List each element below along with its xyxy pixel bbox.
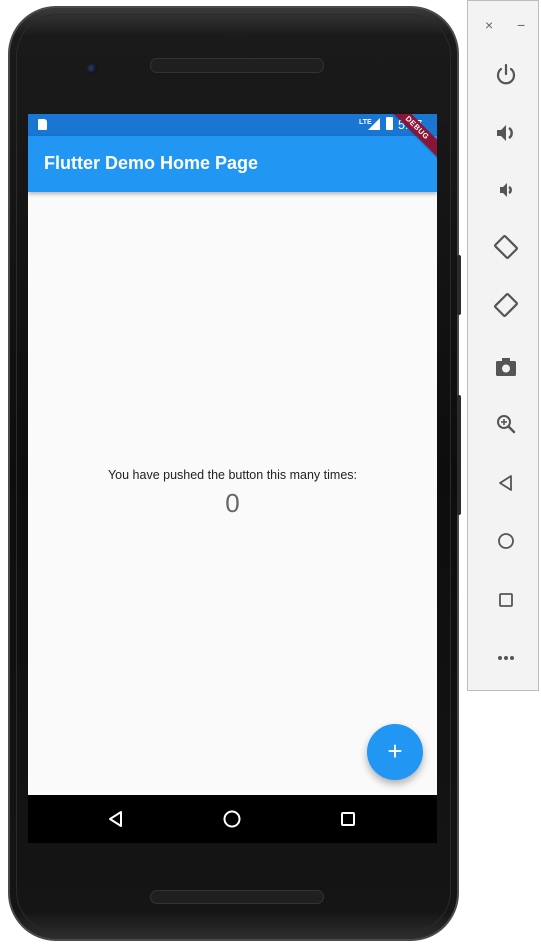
recents-icon[interactable]: [334, 805, 362, 833]
volume-rocker: [457, 255, 461, 315]
top-speaker-slot: [222, 32, 248, 38]
minimize-icon[interactable]: −: [517, 17, 525, 33]
counter-value: 0: [225, 488, 240, 518]
back-icon[interactable]: [102, 805, 130, 833]
home-icon[interactable]: [218, 805, 246, 833]
close-icon[interactable]: ×: [485, 17, 493, 33]
emulator-toolbar: × −: [467, 0, 539, 691]
rotate-left-icon[interactable]: [492, 233, 520, 261]
page-title: Flutter Demo Home Page: [44, 153, 259, 173]
status-bar: LTE 5:17: [28, 114, 437, 136]
volume-down-icon[interactable]: [492, 176, 520, 204]
volume-up-icon[interactable]: [492, 119, 520, 147]
signal-icon: [368, 118, 380, 130]
back-icon[interactable]: [492, 469, 520, 497]
more-icon[interactable]: [492, 644, 520, 672]
android-nav-bar: [28, 795, 437, 843]
battery-icon: [386, 117, 393, 130]
earpiece-speaker: [150, 58, 324, 73]
front-camera: [87, 64, 97, 74]
camera-icon[interactable]: [492, 353, 520, 381]
home-icon[interactable]: [492, 527, 520, 555]
side-button: [457, 395, 461, 515]
device-screen[interactable]: LTE 5:17 DEBUG Flutter Demo Home Page Yo…: [28, 114, 437, 795]
sd-card-icon: [38, 119, 47, 130]
overview-icon[interactable]: [492, 586, 520, 614]
increment-fab[interactable]: +: [367, 724, 423, 780]
bottom-speaker: [150, 890, 324, 904]
zoom-icon[interactable]: [492, 410, 520, 438]
rotate-right-icon[interactable]: [492, 291, 520, 319]
counter-label: You have pushed the button this many tim…: [107, 468, 357, 482]
app-bar: Flutter Demo Home Page: [28, 136, 437, 192]
power-icon[interactable]: [492, 60, 520, 88]
